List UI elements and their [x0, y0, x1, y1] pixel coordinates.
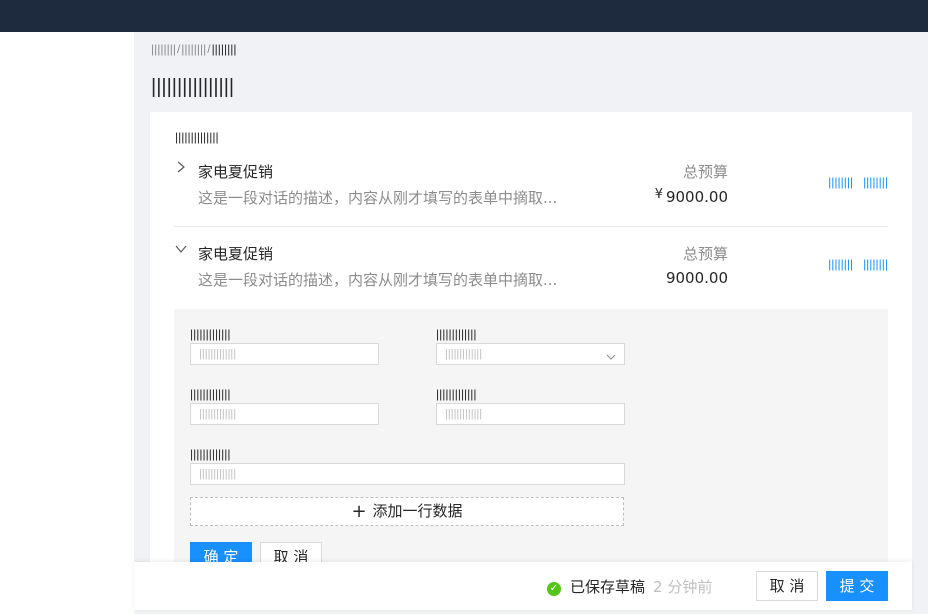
item-actions: |||||||| ||||||||: [818, 175, 888, 189]
breadcrumb-item-2[interactable]: ||||||||: [181, 42, 206, 56]
item-name: 家电夏促销: [198, 163, 274, 181]
item-actions: |||||||| ||||||||: [818, 257, 888, 271]
plus-icon: +: [351, 501, 367, 522]
select-placeholder: |||||||||||||: [445, 348, 483, 360]
breadcrumb-item-1[interactable]: ||||||||: [151, 42, 176, 56]
main-content: ||||||||/||||||||/|||||||| |||||||||||||…: [134, 32, 928, 614]
save-status: ✓ 已保存草稿 2 分钟前: [547, 576, 712, 597]
action-link-2[interactable]: ||||||||: [863, 175, 888, 189]
chevron-right-icon[interactable]: [174, 159, 188, 173]
form-field: ||||||||||||| |||||||||||||: [436, 325, 625, 365]
form-field: ||||||||||||| |||||||||||||: [190, 445, 625, 485]
breadcrumb-separator: /: [207, 42, 211, 56]
breadcrumb: ||||||||/||||||||/||||||||: [151, 42, 237, 56]
add-row-button[interactable]: + 添加一行数据: [190, 497, 624, 526]
field-label: |||||||||||||: [190, 327, 231, 341]
card-title: ||||||||||||||: [175, 130, 219, 144]
budget-amount: 9000.00: [665, 188, 728, 206]
field-label: |||||||||||||: [190, 447, 231, 461]
submit-button[interactable]: 提 交: [826, 571, 888, 601]
save-status-text: 已保存草稿: [570, 578, 646, 596]
item-description: 这是一段对话的描述，内容从刚才填写的表单中摘取...: [198, 189, 558, 207]
action-link-1[interactable]: ||||||||: [828, 257, 853, 271]
budget-label: 总预算: [682, 163, 728, 181]
currency-symbol: ¥: [654, 187, 663, 202]
expanded-edit-form: ||||||||||||| ||||||||||||| ||||||||||||…: [174, 309, 888, 582]
top-navigation-bar: [0, 0, 928, 32]
action-link-1[interactable]: ||||||||: [828, 175, 853, 189]
text-input[interactable]: |||||||||||||: [190, 403, 379, 425]
item-description: 这是一段对话的描述，内容从刚才填写的表单中摘取...: [198, 271, 558, 289]
field-label: |||||||||||||: [436, 387, 477, 401]
list-item: 家电夏促销 这是一段对话的描述，内容从刚才填写的表单中摘取... 总预算 ¥90…: [174, 145, 888, 227]
budget-value: 9000.00: [665, 269, 728, 287]
add-row-label: 添加一行数据: [372, 502, 463, 520]
chevron-down-icon[interactable]: [174, 241, 188, 255]
breadcrumb-separator: /: [176, 42, 181, 56]
form-field: ||||||||||||| |||||||||||||: [190, 385, 379, 425]
budget-value: ¥9000.00: [655, 187, 728, 206]
page-title: ||||||||||||||||: [151, 76, 235, 98]
item-name: 家电夏促销: [198, 245, 274, 263]
form-field: ||||||||||||| |||||||||||||: [190, 325, 379, 365]
text-input[interactable]: |||||||||||||: [190, 343, 379, 365]
footer-toolbar: ✓ 已保存草稿 2 分钟前 取 消 提 交: [134, 562, 912, 610]
chevron-down-icon: [606, 349, 616, 360]
select-input[interactable]: |||||||||||||: [436, 343, 625, 365]
save-status-time: 2 分钟前: [653, 578, 713, 596]
check-circle-icon: ✓: [547, 582, 561, 596]
footer-cancel-button[interactable]: 取 消: [756, 571, 818, 601]
text-input[interactable]: |||||||||||||: [190, 463, 625, 485]
breadcrumb-current: ||||||||: [211, 42, 237, 56]
action-link-2[interactable]: ||||||||: [863, 257, 888, 271]
field-label: |||||||||||||: [190, 387, 231, 401]
field-label: |||||||||||||: [436, 327, 477, 341]
budget-label: 总预算: [682, 245, 728, 263]
sidebar: [0, 32, 134, 614]
list-card: |||||||||||||| 家电夏促销 这是一段对话的描述，内容从刚才填写的表…: [150, 112, 912, 582]
list-item: 家电夏促销 这是一段对话的描述，内容从刚才填写的表单中摘取... 总预算 900…: [174, 227, 888, 309]
text-input[interactable]: |||||||||||||: [436, 403, 625, 425]
form-field: ||||||||||||| |||||||||||||: [436, 385, 625, 425]
